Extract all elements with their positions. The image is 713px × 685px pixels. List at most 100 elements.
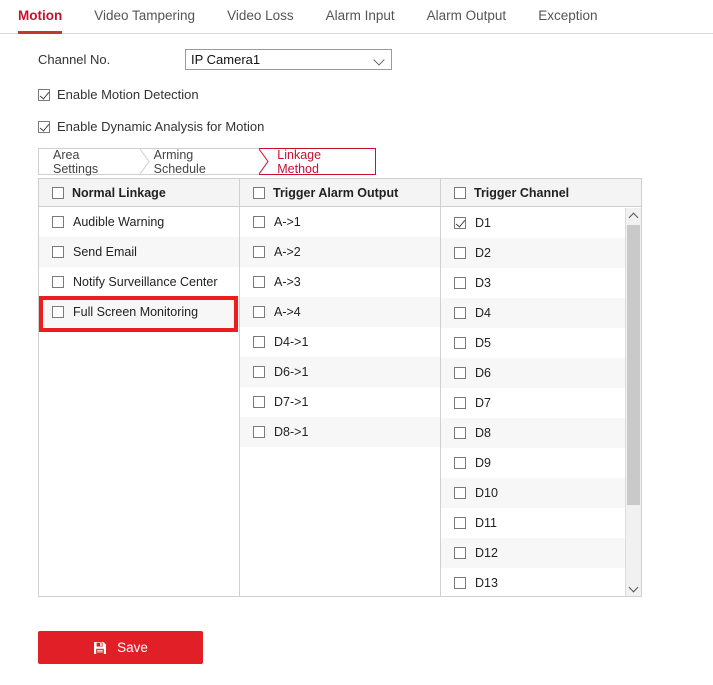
select-all-checkbox[interactable] — [52, 186, 64, 199]
list-item-checkbox[interactable] — [253, 276, 265, 288]
list-item[interactable]: D4 — [441, 298, 625, 328]
tab-video-loss[interactable]: Video Loss — [211, 0, 310, 33]
save-button[interactable]: Save — [38, 631, 203, 664]
list-item[interactable]: A->1 — [240, 207, 440, 237]
list-item[interactable]: D7->1 — [240, 387, 440, 417]
list-item[interactable]: Send Email — [39, 237, 239, 267]
tab-alarm-input[interactable]: Alarm Input — [310, 0, 411, 33]
column-header-label: Trigger Alarm Output — [273, 185, 399, 200]
list-item-label: D9 — [475, 456, 491, 470]
list-item-checkbox[interactable] — [253, 336, 265, 348]
list-item-checkbox[interactable] — [52, 276, 64, 288]
channel-select[interactable]: IP Camera1 — [185, 48, 392, 70]
list-item-checkbox[interactable] — [454, 457, 466, 469]
list-item-checkbox[interactable] — [454, 517, 466, 529]
list-item-label: D2 — [475, 246, 491, 260]
list-item-checkbox[interactable] — [253, 426, 265, 438]
table-column-trigger-channel: Trigger Channel D1 D2 D3 D4 D5 D6 D7 D8 D9 D10 D11 D… — [441, 179, 641, 596]
list-item[interactable]: A->4 — [240, 297, 440, 327]
linkage-method-table: Normal Linkage Audible Warning Send Email N… — [38, 178, 642, 597]
table-column-trigger-alarm-output: Trigger Alarm Output A->1 A->2 A->3 A->4 D4->… — [240, 179, 441, 596]
list-item[interactable]: D13 — [441, 568, 625, 596]
subtab-label: Arming Schedule — [153, 147, 206, 176]
enable-dynamic-analysis-row[interactable]: Enable Dynamic Analysis for Motion — [38, 116, 713, 138]
select-all-checkbox[interactable] — [253, 186, 265, 199]
list-item[interactable]: D7 — [441, 388, 625, 418]
enable-motion-detection-label: Enable Motion Detection — [57, 87, 199, 102]
list-item-checkbox[interactable] — [454, 427, 466, 439]
column-item-list: Audible Warning Send Email Notify Surveill… — [39, 207, 239, 327]
list-item-label: D12 — [475, 546, 498, 560]
list-item-label: D11 — [475, 516, 498, 530]
tab-motion[interactable]: Motion — [18, 0, 78, 34]
list-item[interactable]: D11 — [441, 508, 625, 538]
list-item[interactable]: D4->1 — [240, 327, 440, 357]
list-item-checkbox[interactable] — [253, 396, 265, 408]
subtab-area-settings[interactable]: Area Settings — [38, 148, 150, 176]
list-item[interactable]: D10 — [441, 478, 625, 508]
tab-exception[interactable]: Exception — [522, 0, 613, 33]
enable-dynamic-analysis-label: Enable Dynamic Analysis for Motion — [57, 119, 265, 134]
list-item-checkbox[interactable] — [454, 577, 466, 589]
scrollbar-thumb[interactable] — [627, 225, 640, 505]
list-item-label: D6->1 — [274, 365, 309, 379]
trigger-channel-list: D1 D2 D3 D4 D5 D6 D7 D8 D9 D10 D11 D12 D13 — [441, 208, 625, 596]
list-item-checkbox[interactable] — [253, 306, 265, 318]
list-item[interactable]: D1 — [441, 208, 625, 238]
list-item[interactable]: Notify Surveillance Center — [39, 267, 239, 297]
list-item-checkbox[interactable] — [454, 277, 466, 289]
list-item-checkbox[interactable] — [454, 547, 466, 559]
list-item[interactable]: D6 — [441, 358, 625, 388]
vertical-scrollbar[interactable] — [625, 208, 641, 596]
list-item-label: D3 — [475, 276, 491, 290]
list-item-label: D7 — [475, 396, 491, 410]
list-item-checkbox[interactable] — [52, 216, 64, 228]
list-item[interactable]: Full Screen Monitoring — [39, 297, 239, 327]
list-item[interactable]: D3 — [441, 268, 625, 298]
list-item-label: D10 — [475, 486, 498, 500]
list-item[interactable]: D12 — [441, 538, 625, 568]
list-item-checkbox[interactable] — [52, 246, 64, 258]
list-item-checkbox[interactable] — [253, 246, 265, 258]
list-item-checkbox[interactable] — [454, 337, 466, 349]
save-button-label: Save — [117, 639, 148, 655]
enable-dynamic-analysis-checkbox[interactable] — [38, 121, 50, 133]
subtab-linkage-method[interactable]: Linkage Method — [259, 148, 376, 176]
list-item-checkbox[interactable] — [52, 306, 64, 318]
list-item-checkbox[interactable] — [454, 307, 466, 319]
list-item[interactable]: A->3 — [240, 267, 440, 297]
list-item[interactable]: D8->1 — [240, 417, 440, 447]
table-column-normal-linkage: Normal Linkage Audible Warning Send Email N… — [39, 179, 240, 596]
list-item-label: D6 — [475, 366, 491, 380]
list-item-checkbox[interactable] — [454, 217, 466, 229]
column-header: Trigger Channel — [441, 179, 641, 207]
select-all-checkbox[interactable] — [454, 186, 466, 199]
tab-alarm-output[interactable]: Alarm Output — [411, 0, 523, 33]
list-item-checkbox[interactable] — [454, 487, 466, 499]
list-item[interactable]: A->2 — [240, 237, 440, 267]
list-item[interactable]: D6->1 — [240, 357, 440, 387]
list-item-label: D1 — [475, 216, 491, 230]
subtab-arming-schedule[interactable]: Arming Schedule — [139, 147, 269, 176]
tab-video-tampering[interactable]: Video Tampering — [78, 0, 211, 33]
enable-motion-detection-row[interactable]: Enable Motion Detection — [38, 84, 713, 106]
list-item[interactable]: D8 — [441, 418, 625, 448]
list-item-checkbox[interactable] — [253, 216, 265, 228]
list-item-checkbox[interactable] — [454, 247, 466, 259]
list-item[interactable]: Audible Warning — [39, 207, 239, 237]
enable-motion-detection-checkbox[interactable] — [38, 89, 50, 101]
motion-settings-form: Channel No. IP Camera1 Enable Motion Det… — [0, 34, 713, 138]
list-item[interactable]: D9 — [441, 448, 625, 478]
chevron-right-icon — [139, 148, 150, 175]
list-item-checkbox[interactable] — [454, 367, 466, 379]
column-item-list: A->1 A->2 A->3 A->4 D4->1 D6->1 D7->1 D8->1 — [240, 207, 440, 447]
list-item-label: A->2 — [274, 245, 301, 259]
scroll-down-button[interactable] — [626, 580, 641, 596]
chevron-right-icon — [258, 148, 269, 175]
list-item[interactable]: D5 — [441, 328, 625, 358]
list-item[interactable]: D2 — [441, 238, 625, 268]
list-item-checkbox[interactable] — [253, 366, 265, 378]
scroll-up-button[interactable] — [626, 208, 641, 224]
list-item-checkbox[interactable] — [454, 397, 466, 409]
list-item-label: D8 — [475, 426, 491, 440]
